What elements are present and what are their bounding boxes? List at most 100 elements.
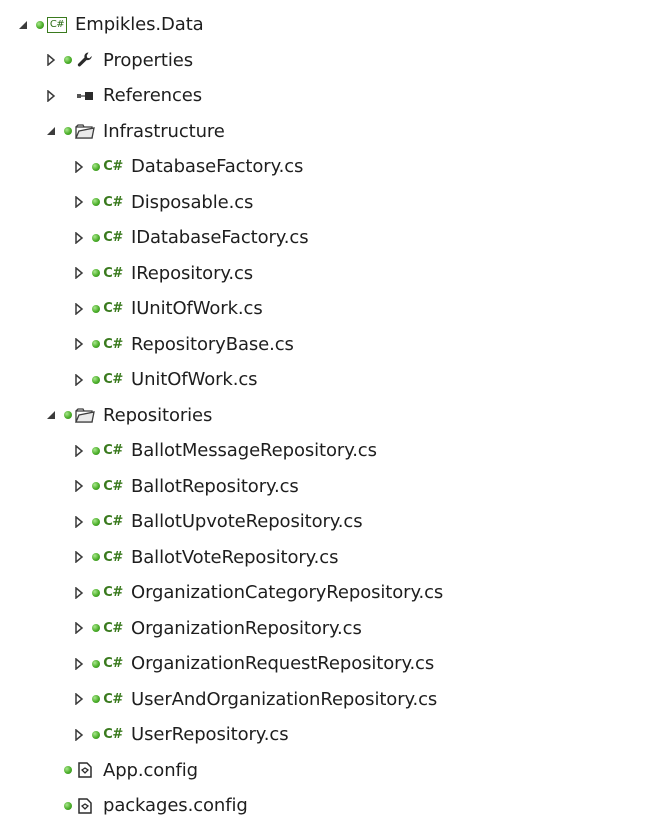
tree-item[interactable]: C# DatabaseFactory.cs — [0, 149, 661, 185]
tree-item-label: BallotRepository.cs — [131, 475, 299, 497]
status-dot-icon — [92, 446, 100, 455]
tree-item[interactable]: C# OrganizationCategoryRepository.cs — [0, 575, 661, 611]
status-dot-icon — [36, 20, 44, 29]
tree-item-label: Empikles.Data — [75, 14, 204, 36]
collapsed-caret-icon[interactable] — [72, 195, 86, 209]
collapsed-caret-icon[interactable] — [72, 692, 86, 706]
status-dot-icon — [92, 517, 100, 526]
tree-item-label: OrganizationCategoryRepository.cs — [131, 582, 444, 604]
tree-item[interactable]: C# UserRepository.cs — [0, 717, 661, 753]
tree-item[interactable]: C# IRepository.cs — [0, 256, 661, 292]
tree-item[interactable]: App.config — [0, 753, 661, 789]
collapsed-caret-icon[interactable] — [72, 728, 86, 742]
tree-item-label: BallotMessageRepository.cs — [131, 440, 377, 462]
solution-explorer-tree: C# Empikles.Data Properties References Inf… — [0, 0, 661, 831]
collapsed-caret-icon[interactable] — [44, 89, 58, 103]
tree-item-label: IUnitOfWork.cs — [131, 298, 263, 320]
status-dot-icon — [64, 411, 72, 420]
csharp-file-icon: C# — [103, 230, 123, 246]
expanded-caret-icon[interactable] — [44, 124, 58, 138]
tree-item[interactable]: C# UserAndOrganizationRepository.cs — [0, 682, 661, 718]
tree-item[interactable]: C# IDatabaseFactory.cs — [0, 220, 661, 256]
tree-item-label: Infrastructure — [103, 120, 225, 142]
collapsed-caret-icon[interactable] — [72, 657, 86, 671]
tree-item-label: UserAndOrganizationRepository.cs — [131, 688, 438, 710]
expanded-caret-icon[interactable] — [16, 18, 30, 32]
tree-item-label: Properties — [103, 49, 193, 71]
wrench-icon — [75, 51, 95, 69]
status-dot-icon — [64, 801, 72, 810]
status-dot-icon — [92, 588, 100, 597]
collapsed-caret-icon[interactable] — [72, 479, 86, 493]
tree-item[interactable]: References — [0, 78, 661, 114]
tree-item[interactable]: Properties — [0, 43, 661, 79]
tree-item-project[interactable]: C# Empikles.Data — [0, 7, 661, 43]
status-dot-icon — [92, 233, 100, 242]
status-dot-icon — [64, 56, 72, 65]
tree-item-label: BallotUpvoteRepository.cs — [131, 511, 363, 533]
csharp-file-icon: C# — [103, 727, 123, 743]
tree-item-label: BallotVoteRepository.cs — [131, 546, 339, 568]
tree-item-label: OrganizationRequestRepository.cs — [131, 653, 435, 675]
tree-item[interactable]: C# IUnitOfWork.cs — [0, 291, 661, 327]
collapsed-caret-icon[interactable] — [72, 160, 86, 174]
tree-item[interactable]: C# UnitOfWork.cs — [0, 362, 661, 398]
tree-item[interactable]: C# BallotMessageRepository.cs — [0, 433, 661, 469]
tree-item-label: UnitOfWork.cs — [131, 369, 258, 391]
status-dot-icon — [64, 766, 72, 775]
csharp-file-icon: C# — [103, 514, 123, 530]
expanded-caret-icon[interactable] — [44, 408, 58, 422]
collapsed-caret-icon[interactable] — [72, 373, 86, 387]
collapsed-caret-icon[interactable] — [72, 231, 86, 245]
status-dot-icon — [92, 695, 100, 704]
csharp-file-icon: C# — [103, 443, 123, 459]
tree-item-label: OrganizationRepository.cs — [131, 617, 362, 639]
tree-item[interactable]: Infrastructure — [0, 114, 661, 150]
csharp-project-icon: C# — [46, 16, 68, 34]
csharp-file-icon: C# — [103, 336, 123, 352]
csharp-file-icon: C# — [103, 691, 123, 707]
status-dot-icon — [92, 340, 100, 349]
tree-item-label: UserRepository.cs — [131, 724, 289, 746]
tree-item[interactable]: C# BallotRepository.cs — [0, 469, 661, 505]
collapsed-caret-icon[interactable] — [44, 53, 58, 67]
collapsed-caret-icon[interactable] — [72, 621, 86, 635]
references-icon — [75, 87, 95, 105]
collapsed-caret-icon[interactable] — [72, 515, 86, 529]
csharp-file-icon: C# — [103, 194, 123, 210]
status-dot-icon — [92, 624, 100, 633]
status-dot-icon — [92, 269, 100, 278]
collapsed-caret-icon[interactable] — [72, 550, 86, 564]
tree-item[interactable]: C# OrganizationRepository.cs — [0, 611, 661, 647]
csharp-file-icon: C# — [103, 585, 123, 601]
tree-item[interactable]: C# BallotVoteRepository.cs — [0, 540, 661, 576]
tree-item-label: App.config — [103, 759, 198, 781]
tree-item-label: DatabaseFactory.cs — [131, 156, 304, 178]
csharp-file-icon: C# — [103, 159, 123, 175]
csharp-file-icon: C# — [103, 478, 123, 494]
tree-item[interactable]: packages.config — [0, 788, 661, 824]
tree-item-label: IRepository.cs — [131, 262, 254, 284]
tree-item-label: packages.config — [103, 795, 248, 817]
collapsed-caret-icon[interactable] — [72, 266, 86, 280]
status-dot-icon — [92, 730, 100, 739]
tree-item[interactable]: C# OrganizationRequestRepository.cs — [0, 646, 661, 682]
csharp-file-icon: C# — [103, 620, 123, 636]
collapsed-caret-icon[interactable] — [72, 337, 86, 351]
config-file-icon — [75, 761, 95, 779]
folder-icon — [75, 406, 95, 424]
tree-item[interactable]: C# Disposable.cs — [0, 185, 661, 221]
status-dot-icon — [92, 482, 100, 491]
csharp-file-icon: C# — [103, 265, 123, 281]
csharp-file-icon: C# — [103, 372, 123, 388]
collapsed-caret-icon[interactable] — [72, 302, 86, 316]
collapsed-caret-icon[interactable] — [72, 444, 86, 458]
tree-item[interactable]: Repositories — [0, 398, 661, 434]
tree-item[interactable]: C# RepositoryBase.cs — [0, 327, 661, 363]
collapsed-caret-icon[interactable] — [72, 586, 86, 600]
tree-item[interactable]: C# BallotUpvoteRepository.cs — [0, 504, 661, 540]
status-dot-icon — [92, 304, 100, 313]
status-dot-icon — [92, 553, 100, 562]
tree-item-label: IDatabaseFactory.cs — [131, 227, 309, 249]
tree-item-label: Disposable.cs — [131, 191, 254, 213]
